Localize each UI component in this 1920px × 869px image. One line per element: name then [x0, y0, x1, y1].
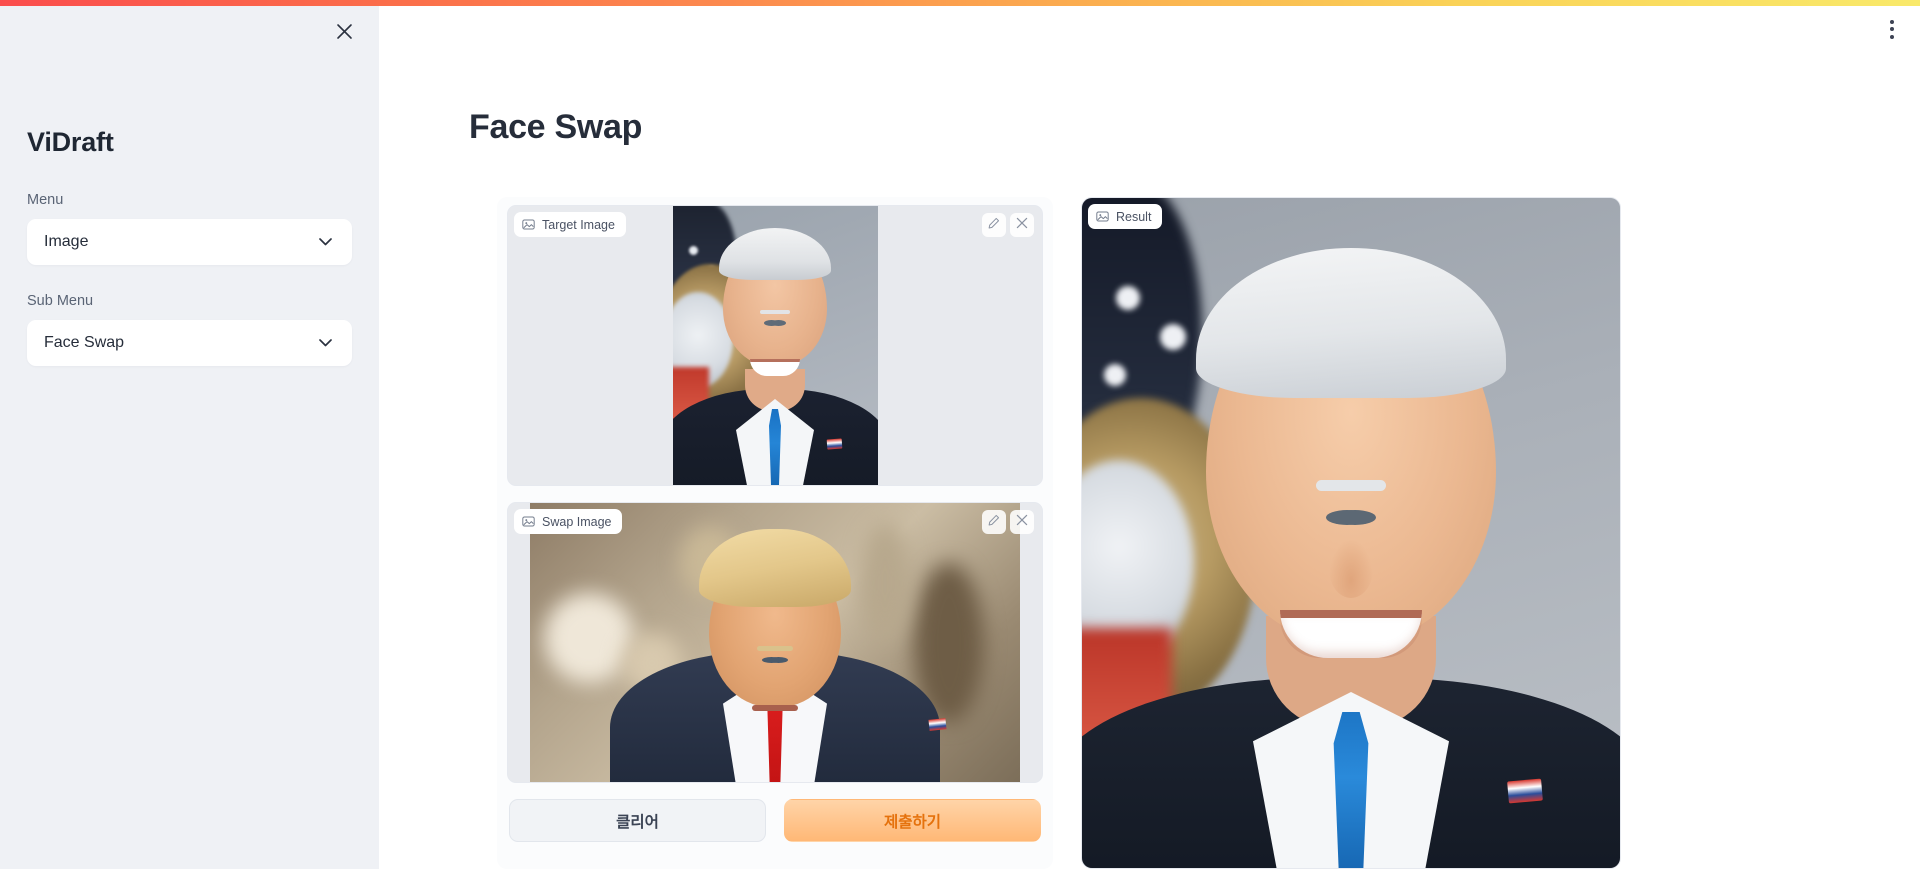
pencil-icon: [988, 513, 1000, 531]
result-badge-label: Result: [1116, 209, 1152, 224]
kebab-dot: [1890, 34, 1894, 39]
target-image-preview: [508, 206, 1042, 485]
target-image-actions: [982, 213, 1034, 237]
close-icon: [1016, 216, 1028, 234]
clear-button[interactable]: 클리어: [509, 799, 766, 842]
menu-select-value: Image: [44, 233, 89, 251]
panels-row: Target Image Swap Image 클리어 제출하기 Result: [497, 197, 1621, 869]
result-badge: Result: [1088, 204, 1163, 229]
target-image-badge-label: Target Image: [542, 217, 615, 232]
close-icon: [336, 23, 353, 40]
swap-image-actions: [982, 510, 1034, 534]
swap-image-remove-button[interactable]: [1010, 510, 1034, 534]
target-image-photo: [672, 206, 878, 485]
sidebar-content: ViDraft Menu Image Sub Menu Face Swap: [27, 127, 352, 394]
swap-image-panel[interactable]: Swap Image: [507, 502, 1043, 783]
image-icon: [522, 218, 535, 231]
page-title: Face Swap: [469, 108, 643, 146]
input-column: Target Image Swap Image 클리어 제출하기: [497, 197, 1053, 869]
app-title: ViDraft: [27, 127, 114, 157]
kebab-dot: [1890, 19, 1894, 24]
sidebar: ViDraft Menu Image Sub Menu Face Swap: [0, 0, 379, 869]
app-root: ViDraft Menu Image Sub Menu Face Swap Fa…: [0, 0, 1920, 869]
swap-image-badge: Swap Image: [514, 509, 623, 534]
submit-button[interactable]: 제출하기: [784, 799, 1041, 842]
sidebar-close-button[interactable]: [327, 14, 361, 48]
pencil-icon: [988, 216, 1000, 234]
target-image-badge: Target Image: [514, 212, 626, 237]
submenu-select[interactable]: Face Swap: [27, 320, 352, 367]
menu-select[interactable]: Image: [27, 219, 352, 266]
kebab-dot: [1890, 27, 1894, 31]
swap-image-badge-label: Swap Image: [542, 514, 612, 529]
chevron-down-icon: [317, 234, 333, 250]
menu-label: Menu: [27, 192, 64, 209]
chevron-down-icon: [317, 335, 333, 351]
top-accent-bar: [0, 0, 1920, 6]
menu-field-group: Menu Image: [27, 192, 352, 266]
swap-image-preview: [530, 503, 1020, 782]
submenu-select-value: Face Swap: [44, 334, 125, 352]
swap-image-edit-button[interactable]: [982, 510, 1006, 534]
target-image-panel[interactable]: Target Image: [507, 205, 1043, 486]
result-image-preview: [1082, 198, 1620, 868]
close-icon: [1016, 513, 1028, 531]
target-image-edit-button[interactable]: [982, 213, 1006, 237]
image-icon: [522, 515, 535, 528]
target-image-remove-button[interactable]: [1010, 213, 1034, 237]
kebab-menu-icon[interactable]: [1878, 12, 1906, 46]
submenu-field-group: Sub Menu Face Swap: [27, 293, 352, 367]
result-panel[interactable]: Result: [1081, 197, 1621, 869]
submenu-label: Sub Menu: [27, 293, 94, 310]
image-icon: [1096, 210, 1109, 223]
action-row: 클리어 제출하기: [507, 799, 1043, 842]
main-content: Face Swap Target Image Swap Image 클리어 제출…: [379, 0, 1920, 869]
